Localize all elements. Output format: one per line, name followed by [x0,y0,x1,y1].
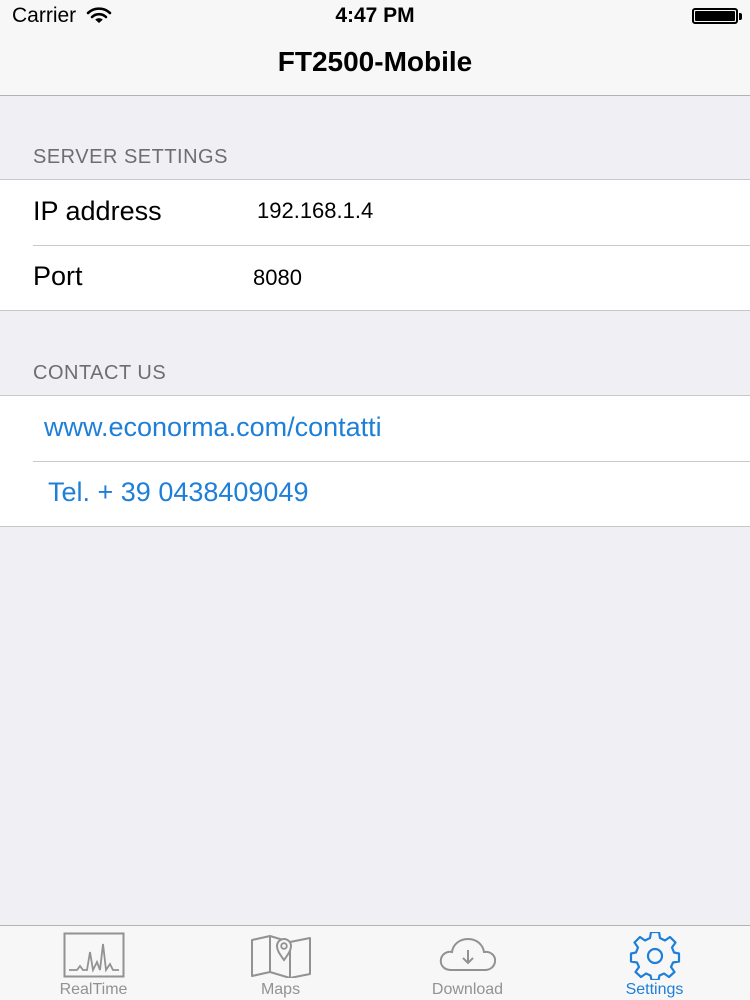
tab-realtime[interactable]: RealTime [0,926,187,1000]
cloud-download-icon [439,937,496,971]
port-row[interactable]: Port 8080 [0,245,750,310]
battery-icon [692,8,742,24]
status-bar: Carrier 4:47 PM [0,0,750,32]
phone-row[interactable]: Tel. + 39 0438409049 [0,461,750,526]
ip-address-field[interactable]: 192.168.1.4 [257,198,373,224]
website-link[interactable]: www.econorma.com/contatti [44,412,382,443]
website-row[interactable]: www.econorma.com/contatti [0,396,750,461]
tab-bar: RealTime Maps Download Settings [0,925,750,1000]
tab-download[interactable]: Download [374,926,561,1000]
contact-us-header: CONTACT US [33,362,167,384]
tab-maps-label: Maps [260,981,301,998]
tab-maps[interactable]: Maps [187,926,374,1000]
phone-link[interactable]: Tel. + 39 0438409049 [48,477,308,508]
settings-screen: Carrier 4:47 PM FT2500-Mobile SERVER SET… [0,0,750,1000]
server-settings-header: SERVER SETTINGS [33,146,228,168]
chart-icon [63,932,124,978]
tab-download-label: Download [431,981,504,998]
port-field[interactable]: 8080 [253,265,302,291]
tab-settings-label: Settings [625,981,684,998]
port-label: Port [33,261,83,291]
status-time: 4:47 PM [335,4,415,27]
server-settings-group: IP address 192.168.1.4 Port 8080 [0,179,750,311]
page-title: FT2500-Mobile [277,46,473,77]
contact-group: www.econorma.com/contatti Tel. + 39 0438… [0,395,750,527]
navigation-bar: FT2500-Mobile [0,32,750,96]
gear-icon [629,932,680,980]
ip-address-label: IP address [33,196,162,226]
ip-address-row[interactable]: IP address 192.168.1.4 [0,180,750,245]
tab-realtime-label: RealTime [59,981,128,998]
map-icon [250,935,311,978]
tab-settings[interactable]: Settings [561,926,748,1000]
